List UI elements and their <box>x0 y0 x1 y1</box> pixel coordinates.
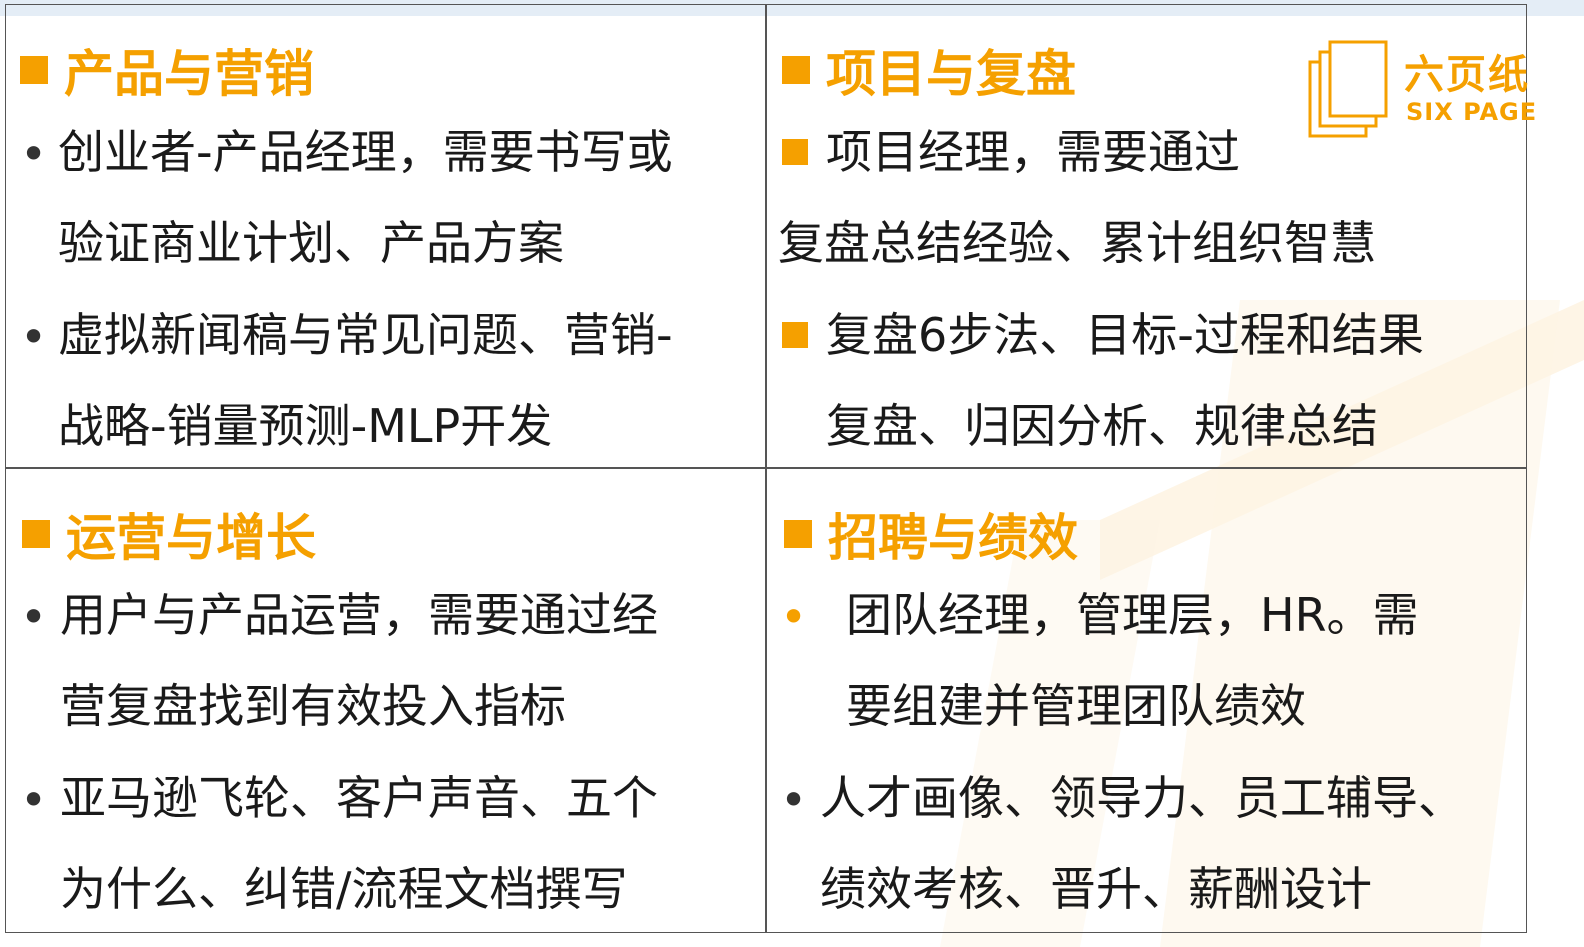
body-line: 团队经理，管理层，HR。需 <box>846 588 1419 642</box>
body-line: 用户与产品运营，需要通过经 <box>60 588 658 642</box>
heading-text: 招聘与绩效 <box>828 509 1078 567</box>
heading-text: 产品与营销 <box>64 45 314 103</box>
logo-text-en: SIX PAGE <box>1406 98 1538 126</box>
body-line-square: 复盘6步法、目标-过程和结果 <box>782 312 1424 358</box>
body-line-square: 项目经理，需要通过 <box>782 129 1240 175</box>
square-bullet-icon <box>782 322 808 348</box>
square-bullet-icon <box>784 520 812 548</box>
body-line-text: 项目经理，需要通过 <box>826 125 1240 179</box>
body-line: 为什么、纠错/流程文档撰写 <box>60 862 628 916</box>
heading-hiring-performance: 招聘与绩效 <box>784 498 1078 570</box>
square-bullet-icon <box>782 139 808 165</box>
bullet-dot-icon: • <box>20 773 48 827</box>
body-line: 营复盘找到有效投入指标 <box>60 679 566 733</box>
body-line: 亚马逊飞轮、客户声音、五个 <box>60 771 658 825</box>
heading-operations-growth: 运营与增长 <box>22 498 316 570</box>
square-bullet-icon <box>22 520 50 548</box>
heading-product-marketing: 产品与营销 <box>20 34 314 106</box>
logo-text-cn: 六页纸 <box>1404 52 1530 98</box>
body-line-text: 复盘6步法、目标-过程和结果 <box>826 308 1424 362</box>
heading-text: 运营与增长 <box>66 509 316 567</box>
heading-text: 项目与复盘 <box>826 45 1076 103</box>
stacked-pages-icon <box>1308 40 1388 138</box>
body-line: 复盘总结经验、累计组织智慧 <box>778 216 1376 270</box>
body-line: 复盘、归因分析、规律总结 <box>826 399 1378 453</box>
bullet-dot-icon: • <box>20 310 48 364</box>
bullet-dot-icon: • <box>20 127 48 181</box>
square-bullet-icon <box>782 56 810 84</box>
body-line: 要组建并管理团队绩效 <box>846 679 1306 733</box>
heading-project-review: 项目与复盘 <box>782 34 1076 106</box>
body-line: 虚拟新闻稿与常见问题、营销- <box>58 308 673 362</box>
six-page-logo: 六页纸 SIX PAGE <box>1308 40 1558 140</box>
body-line: 人才画像、领导力、员工辅导、 <box>820 771 1464 825</box>
square-bullet-icon <box>20 56 48 84</box>
body-line: 战略-销量预测-MLP开发 <box>58 399 553 453</box>
bullet-dot-icon: • <box>20 590 48 644</box>
body-line: 绩效考核、晋升、薪酬设计 <box>820 862 1372 916</box>
bullet-dot-icon: • <box>780 773 808 827</box>
body-line: 验证商业计划、产品方案 <box>58 216 564 270</box>
bullet-dot-icon: • <box>780 590 808 644</box>
body-line: 创业者-产品经理，需要书写或 <box>58 125 673 179</box>
